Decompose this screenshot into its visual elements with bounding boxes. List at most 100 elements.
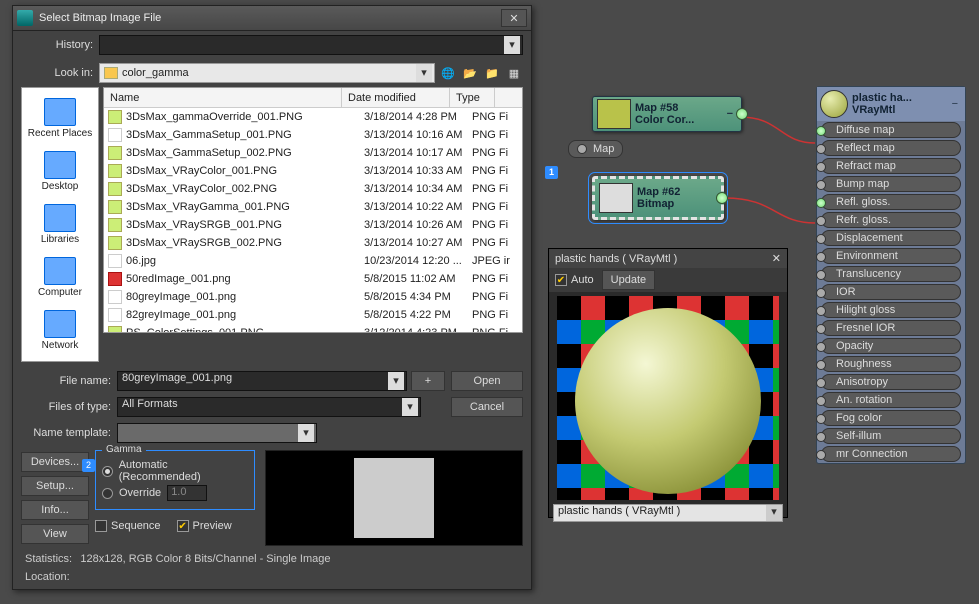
material-slot[interactable]: Translucency	[821, 266, 961, 282]
input-pin[interactable]	[816, 360, 826, 370]
input-pin[interactable]	[816, 198, 826, 208]
file-name-field[interactable]: 80greyImage_001.png▾	[117, 371, 407, 391]
material-slot[interactable]: Bump map	[821, 176, 961, 192]
input-pin[interactable]	[816, 324, 826, 334]
gamma-override-radio[interactable]: Override1.0	[102, 485, 248, 501]
info-button[interactable]: Info...	[21, 500, 89, 520]
place-icon	[44, 151, 76, 179]
input-pin[interactable]	[816, 162, 826, 172]
file-row[interactable]: 80greyImage_001.png5/8/2015 4:34 PMPNG F…	[104, 288, 522, 306]
place-item[interactable]: Desktop	[42, 151, 79, 192]
file-row[interactable]: PS_ColorSettings_001.PNG3/12/2014 4:23 P…	[104, 324, 522, 332]
back-icon[interactable]: 🌐	[439, 64, 457, 82]
preview-box	[265, 450, 523, 546]
material-slot[interactable]: IOR	[821, 284, 961, 300]
place-item[interactable]: Computer	[38, 257, 82, 298]
setup-button[interactable]: Setup...	[21, 476, 89, 496]
material-slot[interactable]: Displacement	[821, 230, 961, 246]
sequence-checkbox[interactable]	[95, 520, 107, 532]
file-list[interactable]: Name Date modified Type 3DsMax_gammaOver…	[103, 87, 523, 333]
material-slot[interactable]: Refl. gloss.	[821, 194, 961, 210]
input-pin[interactable]	[816, 396, 826, 406]
place-item[interactable]: Libraries	[41, 204, 79, 245]
file-row[interactable]: 50redImage_001.png5/8/2015 11:02 AMPNG F…	[104, 270, 522, 288]
override-spinner[interactable]: 1.0	[167, 485, 207, 501]
lookin-dropdown[interactable]: color_gamma ▾	[99, 63, 435, 83]
material-slot[interactable]: An. rotation	[821, 392, 961, 408]
input-pin[interactable]	[816, 450, 826, 460]
material-slot[interactable]: Anisotropy	[821, 374, 961, 390]
file-icon	[108, 164, 122, 178]
file-row[interactable]: 3DsMax_VRayGamma_001.PNG3/13/2014 10:22 …	[104, 198, 522, 216]
material-slot[interactable]: Refr. gloss.	[821, 212, 961, 228]
file-row[interactable]: 3DsMax_VRaySRGB_001.PNG3/13/2014 10:26 A…	[104, 216, 522, 234]
input-pin[interactable]	[816, 432, 826, 442]
material-panel[interactable]: plastic ha...VRayMtl − Diffuse mapReflec…	[816, 86, 966, 464]
material-slot[interactable]: Reflect map	[821, 140, 961, 156]
input-pin[interactable]	[816, 288, 826, 298]
material-slot[interactable]: Diffuse map	[821, 122, 961, 138]
input-pin[interactable]	[816, 270, 826, 280]
name-template-field[interactable]: ▾	[117, 423, 317, 443]
cancel-button[interactable]: Cancel	[451, 397, 523, 417]
new-folder-icon[interactable]: 📁	[483, 64, 501, 82]
devices-button[interactable]: Devices...	[21, 452, 89, 472]
node-map62[interactable]: 1 Map #62Bitmap	[592, 176, 724, 220]
input-pin[interactable]	[816, 414, 826, 424]
col-name[interactable]: Name	[104, 88, 342, 107]
input-pin[interactable]	[816, 234, 826, 244]
input-pin[interactable]	[816, 378, 826, 388]
file-row[interactable]: 3DsMax_gammaOverride_001.PNG3/18/2014 4:…	[104, 108, 522, 126]
file-row[interactable]: 82greyImage_001.png5/8/2015 4:22 PMPNG F…	[104, 306, 522, 324]
node-collapse-icon[interactable]: −	[723, 108, 737, 120]
view-button[interactable]: View	[21, 524, 89, 544]
material-slot[interactable]: Refract map	[821, 158, 961, 174]
files-type-field[interactable]: All Formats▾	[117, 397, 421, 417]
input-pin[interactable]	[816, 216, 826, 226]
node-collapse-icon[interactable]: −	[948, 98, 962, 110]
place-icon	[44, 310, 76, 338]
material-slot[interactable]: Self-illum	[821, 428, 961, 444]
output-pin[interactable]	[716, 192, 728, 204]
output-pin[interactable]	[736, 108, 748, 120]
place-item[interactable]: Network	[42, 310, 79, 351]
auto-checkbox[interactable]: ✔	[555, 274, 567, 286]
input-pin[interactable]	[816, 252, 826, 262]
material-slot[interactable]: Hilight gloss	[821, 302, 961, 318]
material-slot[interactable]: Fog color	[821, 410, 961, 426]
file-row[interactable]: 3DsMax_GammaSetup_001.PNG3/13/2014 10:16…	[104, 126, 522, 144]
input-pin[interactable]	[816, 342, 826, 352]
preview-checkbox[interactable]: ✔	[177, 520, 189, 532]
material-dropdown[interactable]: plastic hands ( VRayMtl )▾	[553, 504, 783, 522]
material-slot[interactable]: Fresnel IOR	[821, 320, 961, 336]
file-icon	[108, 236, 122, 250]
input-pin[interactable]	[816, 180, 826, 190]
file-row[interactable]: 3DsMax_GammaSetup_002.PNG3/13/2014 10:17…	[104, 144, 522, 162]
col-type[interactable]: Type	[450, 88, 495, 107]
material-slot[interactable]: Environment	[821, 248, 961, 264]
input-pin[interactable]	[816, 306, 826, 316]
views-icon[interactable]: ▦	[505, 64, 523, 82]
open-button[interactable]: Open	[451, 371, 523, 391]
gamma-auto-radio[interactable]: Automatic (Recommended)	[102, 459, 248, 483]
plus-button[interactable]: +	[411, 371, 445, 391]
input-pin[interactable]	[816, 144, 826, 154]
map-slot[interactable]: Map	[568, 140, 623, 158]
material-slot[interactable]: Opacity	[821, 338, 961, 354]
material-slot[interactable]: mr Connection	[821, 446, 961, 462]
col-date[interactable]: Date modified	[342, 88, 450, 107]
place-item[interactable]: Recent Places	[28, 98, 92, 139]
material-slot[interactable]: Roughness	[821, 356, 961, 372]
close-preview-icon[interactable]: ✕	[772, 252, 781, 265]
update-button[interactable]: Update	[602, 270, 655, 290]
up-icon[interactable]: 📂	[461, 64, 479, 82]
file-row[interactable]: 3DsMax_VRayColor_001.PNG3/13/2014 10:33 …	[104, 162, 522, 180]
input-pin[interactable]	[816, 126, 826, 136]
sequence-label: Sequence	[111, 520, 161, 532]
file-row[interactable]: 06.jpg10/23/2014 12:20 ...JPEG ir	[104, 252, 522, 270]
close-button[interactable]: ✕	[501, 9, 527, 27]
node-map58[interactable]: Map #58Color Cor... −	[592, 96, 742, 132]
file-row[interactable]: 3DsMax_VRaySRGB_002.PNG3/13/2014 10:27 A…	[104, 234, 522, 252]
history-dropdown[interactable]: ▾	[99, 35, 523, 55]
file-row[interactable]: 3DsMax_VRayColor_002.PNG3/13/2014 10:34 …	[104, 180, 522, 198]
